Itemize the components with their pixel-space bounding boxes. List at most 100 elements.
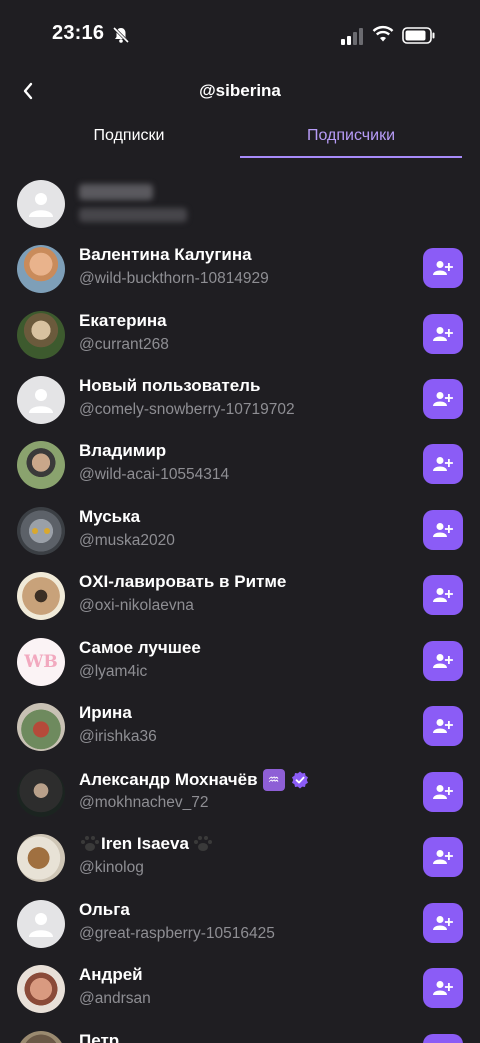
user-name: Александр Мохначёв ♒ — [79, 769, 309, 791]
list-item[interactable]: OXI-лавировать в Ритме @oxi-nikolaevna — [0, 568, 480, 628]
user-placeholder-icon — [29, 913, 53, 937]
verified-icon — [291, 771, 308, 789]
avatar — [17, 703, 65, 751]
user-handle: @oxi-nikolaevna — [79, 597, 194, 614]
blurred-handle — [79, 208, 187, 222]
avatar — [17, 441, 65, 489]
list-item[interactable]: Муська @muska2020 — [0, 503, 480, 563]
user-name: Самое лучшее — [79, 638, 201, 657]
follow-button[interactable] — [423, 1034, 463, 1043]
user-handle: @wild-buckthorn-10814929 — [79, 270, 269, 287]
follow-button[interactable] — [423, 772, 463, 812]
bell-off-icon — [112, 26, 130, 44]
avatar: WB — [17, 638, 65, 686]
list-item[interactable]: Петр — [0, 1027, 480, 1043]
list-item[interactable]: Валентина Калугина @wild-buckthorn-10814… — [0, 241, 480, 301]
list-item[interactable]: Ольга @great-raspberry-10516425 — [0, 896, 480, 956]
user-name: Ирина — [79, 703, 132, 722]
user-handle: @muska2020 — [79, 532, 175, 549]
list-item[interactable]: Новый пользователь @comely-snowberry-107… — [0, 372, 480, 432]
status-time: 23:16 — [52, 22, 105, 44]
add-user-icon — [433, 850, 453, 864]
user-handle: @mokhnachev_72 — [79, 794, 209, 811]
follow-button[interactable] — [423, 575, 463, 615]
battery-icon — [402, 27, 435, 44]
page-title: @siberina — [199, 81, 281, 100]
follow-button[interactable] — [423, 837, 463, 877]
add-user-icon — [433, 785, 453, 799]
user-name: OXI-лавировать в Ритме — [79, 572, 287, 591]
user-name: Ольга — [79, 900, 130, 919]
add-user-icon — [433, 588, 453, 602]
user-name: Петр — [79, 1031, 120, 1043]
user-placeholder-icon — [29, 389, 53, 413]
avatar-text: WB — [24, 652, 58, 672]
add-user-icon — [433, 392, 453, 406]
list-item[interactable]: Ирина @irishka36 — [0, 699, 480, 759]
user-handle: @wild-acai-10554314 — [79, 466, 230, 483]
list-item[interactable] — [0, 176, 480, 236]
add-user-icon — [433, 523, 453, 537]
user-name: Екатерина — [79, 311, 167, 330]
user-name: Новый пользователь — [79, 376, 261, 395]
user-name: Валентина Калугина — [79, 245, 252, 264]
paw-icon — [81, 836, 99, 851]
add-user-icon — [433, 261, 453, 275]
user-name-text: Iren Isaeva — [101, 834, 189, 853]
add-user-icon — [433, 654, 453, 668]
follow-button[interactable] — [423, 510, 463, 550]
avatar — [17, 834, 65, 882]
avatar — [17, 900, 65, 948]
user-name: Владимир — [79, 441, 167, 460]
user-handle: @irishka36 — [79, 728, 157, 745]
paw-icon — [193, 836, 212, 851]
tabs: Подписки Подписчики — [18, 118, 462, 158]
avatar — [17, 311, 65, 359]
add-user-icon — [433, 327, 453, 341]
user-handle: @lyam4ic — [79, 663, 148, 680]
follow-button[interactable] — [423, 314, 463, 354]
blurred-name — [79, 184, 153, 200]
avatar — [17, 965, 65, 1013]
follow-button[interactable] — [423, 444, 463, 484]
aquarius-icon: ♒ — [262, 769, 285, 791]
avatar — [17, 180, 65, 228]
follow-button[interactable] — [423, 968, 463, 1008]
follow-button[interactable] — [423, 379, 463, 419]
list-item[interactable]: Владимир @wild-acai-10554314 — [0, 437, 480, 497]
avatar — [17, 507, 65, 555]
nav-bar: @siberina — [0, 70, 480, 114]
avatar — [17, 769, 65, 817]
avatar — [17, 376, 65, 424]
user-handle: @great-raspberry-10516425 — [79, 925, 275, 942]
add-user-icon — [433, 916, 453, 930]
wifi-icon — [372, 25, 394, 42]
tab-subscriptions[interactable]: Подписки — [18, 118, 240, 158]
user-handle: @andrsan — [79, 990, 151, 1007]
add-user-icon — [433, 457, 453, 471]
follow-button[interactable] — [423, 248, 463, 288]
follow-button[interactable] — [423, 641, 463, 681]
user-handle: @currant268 — [79, 336, 169, 353]
list-item[interactable]: Екатерина @currant268 — [0, 307, 480, 367]
cat-avatar-icon — [32, 528, 50, 534]
list-item[interactable]: Александр Мохначёв ♒ @mokhnachev_72 — [0, 765, 480, 825]
status-bar: 23:16 — [0, 0, 480, 70]
user-handle: @comely-snowberry-10719702 — [79, 401, 295, 418]
follow-button[interactable] — [423, 903, 463, 943]
tab-subscribers[interactable]: Подписчики — [240, 118, 462, 158]
avatar — [17, 572, 65, 620]
follow-button[interactable] — [423, 706, 463, 746]
user-name-text: Александр Мохначёв — [79, 770, 258, 789]
avatar — [17, 245, 65, 293]
add-user-icon — [433, 719, 453, 733]
list-item[interactable]: Андрей @andrsan — [0, 961, 480, 1021]
user-placeholder-icon — [29, 193, 53, 217]
user-name: Андрей — [79, 965, 143, 984]
user-name: Муська — [79, 507, 141, 526]
avatar — [17, 1031, 65, 1043]
list-item[interactable]: WB Самое лучшее @lyam4ic — [0, 634, 480, 694]
user-name: Iren Isaeva — [79, 834, 214, 854]
list-item[interactable]: Iren Isaeva @kinolog — [0, 830, 480, 890]
user-handle: @kinolog — [79, 859, 144, 876]
